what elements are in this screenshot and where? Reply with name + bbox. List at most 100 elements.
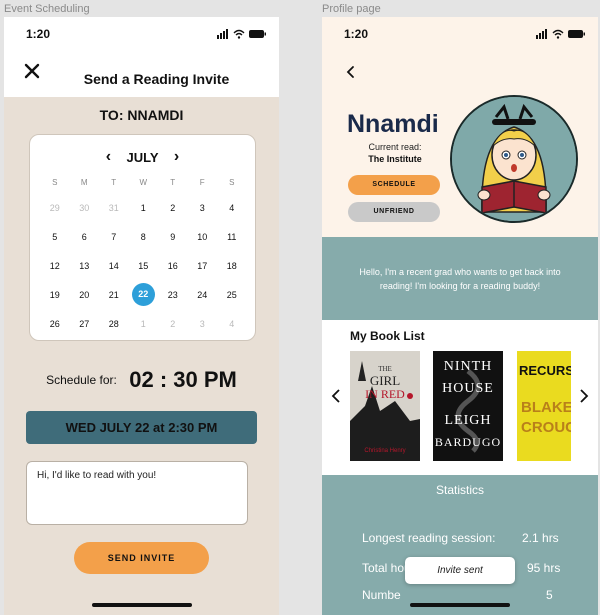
book-list-prev-chevron-icon[interactable] bbox=[330, 388, 342, 404]
current-read-label: Current read: bbox=[368, 142, 422, 152]
schedule-label: Schedule for: bbox=[46, 373, 117, 387]
next-month-chevron-icon[interactable]: › bbox=[167, 148, 187, 166]
calendar-day[interactable]: 11 bbox=[217, 232, 247, 242]
book-1-author: Christina Henry bbox=[364, 448, 406, 454]
calendar-day[interactable]: 8 bbox=[129, 232, 159, 242]
message-field[interactable]: Hi, I'd like to read with you! bbox=[26, 461, 248, 525]
calendar-day-number: 20 bbox=[79, 289, 90, 300]
calendar-day[interactable]: 23 bbox=[158, 290, 188, 300]
calendar-grid: S M T W T F S 29 30 31 1 2 3 4 5 6 7 8 9 10 11 12 13 14 15 16 17 18… bbox=[40, 175, 247, 338]
stat-row-longest-session: Longest reading session: 2.1 hrs bbox=[362, 531, 578, 547]
weekday-label: F bbox=[199, 177, 205, 187]
calendar-day[interactable]: 3 bbox=[188, 319, 218, 329]
calendar-day-number: 14 bbox=[108, 260, 119, 271]
calendar-day-number: 13 bbox=[79, 260, 90, 271]
calendar-day-number: 21 bbox=[108, 289, 119, 300]
calendar-day-number: 4 bbox=[229, 318, 235, 329]
unfriend-button[interactable]: UNFRIEND bbox=[348, 202, 440, 222]
book-list-next-chevron-icon[interactable] bbox=[578, 388, 590, 404]
calendar-day-number: 17 bbox=[197, 260, 208, 271]
schedule-row: Schedule for: 02 : 30 PM bbox=[4, 367, 279, 393]
calendar-day[interactable]: 12 bbox=[40, 261, 70, 271]
calendar-week-row: 5 6 7 8 9 10 11 bbox=[40, 222, 247, 251]
calendar-header: ‹ JULY › bbox=[30, 147, 255, 167]
calendar-day[interactable]: 13 bbox=[70, 261, 100, 271]
status-icons bbox=[217, 29, 266, 39]
frame-label-profile-page: Profile page bbox=[322, 3, 381, 15]
calendar-day[interactable]: 4 bbox=[217, 319, 247, 329]
calendar-day[interactable]: 21 bbox=[99, 290, 129, 300]
back-chevron-icon[interactable] bbox=[344, 65, 358, 79]
book-cover-ninth-house[interactable]: NINTH HOUSE LEIGH BARDUGO bbox=[433, 351, 503, 461]
calendar-day-number: 7 bbox=[111, 231, 117, 242]
page-title: Send a Reading Invite bbox=[83, 71, 230, 87]
recipient-line: TO: NNAMDI bbox=[99, 107, 184, 123]
current-read-title: The Institute bbox=[368, 154, 422, 164]
weekday-label: S bbox=[229, 177, 235, 187]
book-cover-girl-in-red[interactable]: THE GIRL IN RED Christina Henry bbox=[350, 351, 420, 461]
calendar-day-selected[interactable]: 22 bbox=[129, 283, 159, 306]
calendar-day[interactable]: 1 bbox=[129, 319, 159, 329]
calendar: ‹ JULY › S M T W T F S 29 30 31 1 2 3 4 5 6 7 8 9 10 11 12 13 1… bbox=[29, 134, 256, 341]
calendar-day[interactable]: 26 bbox=[40, 319, 70, 329]
calendar-day[interactable]: 31 bbox=[99, 203, 129, 213]
calendar-day[interactable]: 30 bbox=[70, 203, 100, 213]
calendar-day[interactable]: 9 bbox=[158, 232, 188, 242]
calendar-day[interactable]: 2 bbox=[158, 319, 188, 329]
home-indicator bbox=[410, 603, 510, 607]
calendar-day[interactable]: 5 bbox=[40, 232, 70, 242]
profile-name: Nnamdi bbox=[347, 110, 439, 138]
avatar bbox=[450, 95, 578, 223]
calendar-day[interactable]: 18 bbox=[217, 261, 247, 271]
status-time: 1:20 bbox=[26, 27, 51, 41]
calendar-day-number: 9 bbox=[170, 231, 176, 242]
send-invite-button[interactable]: SEND INVITE bbox=[74, 542, 209, 574]
weekday-label: S bbox=[52, 177, 58, 187]
calendar-day-number: 15 bbox=[138, 260, 149, 271]
calendar-day[interactable]: 1 bbox=[129, 203, 159, 213]
prev-month-chevron-icon[interactable]: ‹ bbox=[98, 148, 118, 166]
calendar-day[interactable]: 19 bbox=[40, 290, 70, 300]
calendar-day[interactable]: 14 bbox=[99, 261, 129, 271]
calendar-day[interactable]: 24 bbox=[188, 290, 218, 300]
calendar-day[interactable]: 29 bbox=[40, 203, 70, 213]
calendar-day[interactable]: 27 bbox=[70, 319, 100, 329]
stat-value: 5 bbox=[546, 588, 553, 602]
calendar-day[interactable]: 15 bbox=[129, 261, 159, 271]
calendar-day[interactable]: 10 bbox=[188, 232, 218, 242]
calendar-day[interactable]: 28 bbox=[99, 319, 129, 329]
book-cover-recursion[interactable]: RECURSI BLAKE CROUC bbox=[517, 351, 571, 461]
calendar-day[interactable]: 2 bbox=[158, 203, 188, 213]
calendar-week-row: 19 20 21 22 23 24 25 bbox=[40, 280, 247, 309]
calendar-day-number: 31 bbox=[108, 202, 119, 213]
calendar-day-number: 25 bbox=[226, 289, 237, 300]
calendar-day-number: 10 bbox=[197, 231, 208, 242]
calendar-day-number: 8 bbox=[140, 231, 146, 242]
home-indicator bbox=[91, 603, 192, 607]
calendar-day-number: 5 bbox=[52, 231, 58, 242]
calendar-day-number: 2 bbox=[170, 318, 176, 329]
calendar-day[interactable]: 17 bbox=[188, 261, 218, 271]
calendar-day[interactable]: 16 bbox=[158, 261, 188, 271]
status-bar: 1:20 bbox=[4, 17, 279, 51]
weekday-label: W bbox=[139, 177, 148, 187]
book-1-title-line1: THE bbox=[378, 365, 392, 373]
calendar-day[interactable]: 25 bbox=[217, 290, 247, 300]
statistics-title: Statistics bbox=[435, 483, 484, 497]
schedule-time[interactable]: 02 : 30 PM bbox=[129, 367, 237, 392]
calendar-day[interactable]: 7 bbox=[99, 232, 129, 242]
calendar-day[interactable]: 20 bbox=[70, 290, 100, 300]
calendar-day-number: 2 bbox=[170, 202, 176, 213]
status-bar: 1:20 bbox=[322, 17, 598, 51]
schedule-button[interactable]: SCHEDULE bbox=[348, 175, 440, 195]
calendar-day-number: 23 bbox=[167, 289, 178, 300]
calendar-day[interactable]: 3 bbox=[188, 203, 218, 213]
calendar-month: JULY bbox=[126, 149, 159, 165]
calendar-day-number: 6 bbox=[81, 231, 87, 242]
calendar-day[interactable]: 6 bbox=[70, 232, 100, 242]
calendar-day-number: 30 bbox=[79, 202, 90, 213]
calendar-day-number: 3 bbox=[199, 202, 205, 213]
calendar-day-number: 4 bbox=[229, 202, 235, 213]
book-2-title-line1: NINTH bbox=[443, 359, 493, 374]
calendar-day[interactable]: 4 bbox=[217, 203, 247, 213]
